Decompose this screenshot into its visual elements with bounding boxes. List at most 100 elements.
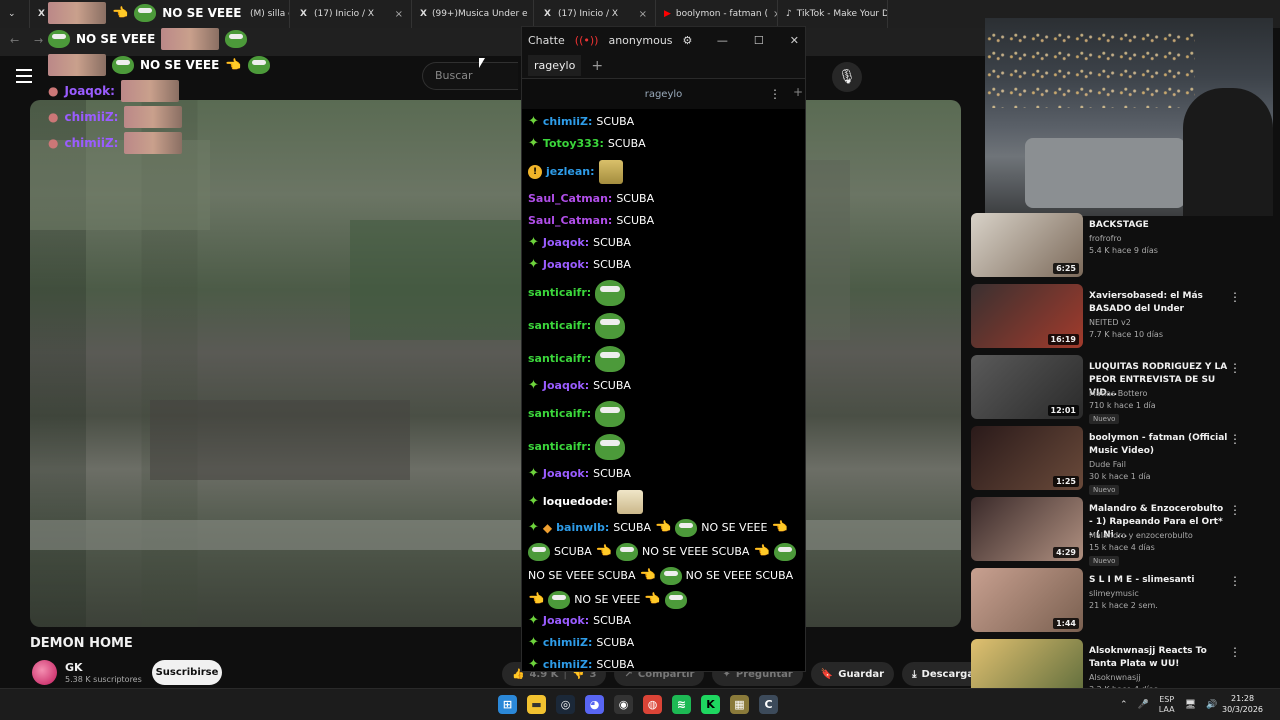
video-player[interactable] <box>30 100 961 627</box>
more-options-icon[interactable]: ⋮ <box>1229 432 1241 446</box>
chat-username[interactable]: chimiiZ: <box>543 633 593 653</box>
chat-username[interactable]: Joaqok: <box>543 611 589 631</box>
recommendation-title[interactable]: Xaviersobased: el Más BASADO del Under <box>1089 290 1229 316</box>
recommendation-channel[interactable]: NEITED v2 <box>1089 318 1131 327</box>
chat-username[interactable]: Saul_Catman: <box>528 189 612 209</box>
chatterino-icon[interactable]: C <box>759 695 778 714</box>
pepe-emote-icon <box>664 591 687 609</box>
discord-icon[interactable]: ◕ <box>585 695 604 714</box>
recommendation-item[interactable]: 1:44 S L I M E - slimesanti slimeymusic 21 … <box>971 568 1271 634</box>
search-input[interactable]: Buscar <box>422 62 518 90</box>
back-icon[interactable]: ← <box>10 34 19 47</box>
recommendation-channel[interactable]: slimeymusic <box>1089 589 1139 598</box>
add-split-icon[interactable]: + <box>793 85 803 99</box>
recommendation-item[interactable]: 4:29 Malandro & Enzocerobulto - 1) Rapean… <box>971 497 1271 566</box>
video-duration: 1:44 <box>1053 618 1079 629</box>
more-options-icon[interactable]: ⋮ <box>1229 290 1241 304</box>
recommendation-thumbnail[interactable]: 1:44 <box>971 568 1083 632</box>
chat-username[interactable]: loquedode: <box>543 492 613 512</box>
subscribe-button[interactable]: Suscribirse <box>152 660 222 685</box>
recommendation-thumbnail[interactable]: 4:29 <box>971 497 1083 561</box>
more-options-icon[interactable]: ⋮ <box>1229 645 1241 659</box>
chat-username[interactable]: jezlean: <box>546 162 595 182</box>
chat-message: ! jezlean: <box>528 155 799 188</box>
forward-icon[interactable]: → <box>34 34 43 47</box>
chrome-icon[interactable]: ◍ <box>643 695 662 714</box>
windows-start-icon[interactable]: ⊞ <box>498 695 517 714</box>
clock[interactable]: 21:28 30/3/2026 <box>1222 693 1263 715</box>
browser-tab[interactable]: ▶boolymon - fatman (× <box>656 0 778 28</box>
chat-tab[interactable]: rageylo <box>528 55 582 76</box>
hamburger-menu-icon[interactable] <box>16 69 32 83</box>
recommendation-channel[interactable]: Matias Bottero <box>1089 389 1147 398</box>
channel-name[interactable]: GK <box>65 661 83 674</box>
save-button[interactable]: 🔖 Guardar <box>810 662 895 686</box>
chat-text: NO SE VEEE SCUBA <box>641 545 750 558</box>
recommendation-channel[interactable]: Alsoknwnasjj <box>1089 673 1141 682</box>
chat-username[interactable]: bainwlb: <box>556 518 609 538</box>
minecraft-icon[interactable]: ▦ <box>730 695 749 714</box>
recommendation-thumbnail[interactable]: 6:25 <box>971 213 1083 277</box>
network-icon[interactable]: 🖥 <box>1185 700 1196 710</box>
recommendation-thumbnail[interactable]: 16:19 <box>971 284 1083 348</box>
spotify-icon[interactable]: ≋ <box>672 695 691 714</box>
tab-list-button[interactable]: ⌄ <box>0 0 30 28</box>
video-duration: 12:01 <box>1047 405 1079 416</box>
volume-icon[interactable]: 🔊 <box>1206 700 1217 710</box>
account-name[interactable]: anonymous <box>608 34 672 47</box>
recommendation-item[interactable]: 6:25 BACKSTAGE frofrofro 5.4 K hace 9 días <box>971 213 1271 279</box>
recommendation-thumbnail[interactable]: 12:01 <box>971 355 1083 419</box>
tab-label: (17) Inicio / X <box>558 9 619 19</box>
steam-icon[interactable]: ◎ <box>556 695 575 714</box>
chat-username[interactable]: chimiiZ: <box>543 655 593 675</box>
close-icon[interactable]: × <box>395 9 403 20</box>
recommendation-title[interactable]: S L I M E - slimesanti <box>1089 574 1229 587</box>
recommendation-channel[interactable]: Dude Fail <box>1089 460 1126 469</box>
more-options-icon[interactable]: ⋮ <box>769 87 781 101</box>
recommendation-title[interactable]: boolymon - fatman (Official Music Video) <box>1089 432 1229 458</box>
channel-header-name[interactable]: rageylo <box>645 89 683 100</box>
close-icon[interactable]: × <box>639 9 647 20</box>
recommendation-item[interactable]: 12:01 LUQUITAS RODRIGUEZ Y LA PEOR ENTREV… <box>971 355 1271 424</box>
chat-username[interactable]: Joaqok: <box>543 255 589 275</box>
recommendation-meta: 30 k hace 1 día <box>1089 472 1151 481</box>
more-options-icon[interactable]: ⋮ <box>1229 574 1241 588</box>
chat-username[interactable]: Joaqok: <box>543 464 589 484</box>
chat-username[interactable]: santicaifr: <box>528 437 591 457</box>
recommendation-channel[interactable]: frofrofro <box>1089 234 1121 243</box>
add-tab-icon[interactable]: + <box>591 58 603 74</box>
tray-expand-icon[interactable]: ⌃ <box>1120 700 1128 710</box>
recommendation-item[interactable]: 1:25 boolymon - fatman (Official Music Vi… <box>971 426 1271 495</box>
chat-message: ✦ chimiiZ: SCUBA <box>528 654 799 676</box>
recommendation-item[interactable]: 16:19 Xaviersobased: el Más BASADO del Un… <box>971 284 1271 350</box>
chat-username[interactable]: santicaifr: <box>528 349 591 369</box>
chat-username[interactable]: Joaqok: <box>543 376 589 396</box>
channel-avatar[interactable] <box>32 660 57 685</box>
more-options-icon[interactable]: ⋮ <box>1229 503 1241 517</box>
chat-username[interactable]: santicaifr: <box>528 283 591 303</box>
recommendation-thumbnail[interactable]: 1:25 <box>971 426 1083 490</box>
settings-gear-icon[interactable]: ⚙ <box>683 34 693 47</box>
obs-icon[interactable]: ◉ <box>614 695 633 714</box>
minimize-icon[interactable]: — <box>717 34 728 47</box>
browser-tab[interactable]: X(99+)Musica Under e× <box>412 0 534 28</box>
maximize-icon[interactable]: ☐ <box>754 34 764 47</box>
recommendation-title[interactable]: Alsoknwnasjj Reacts To Tanta Plata w UU! <box>1089 645 1229 671</box>
browser-tab[interactable]: X (17) Inicio / X × <box>534 0 656 28</box>
chat-username[interactable]: Totoy333: <box>543 134 604 154</box>
more-options-icon[interactable]: ⋮ <box>1229 361 1241 375</box>
language-indicator[interactable]: ESP LAA <box>1159 695 1175 715</box>
microphone-icon[interactable]: 🎙 <box>832 62 862 92</box>
kick-icon[interactable]: K <box>701 695 720 714</box>
chat-username[interactable]: Saul_Catman: <box>528 211 612 231</box>
chat-username[interactable]: santicaifr: <box>528 316 591 336</box>
chat-username[interactable]: chimiiZ: <box>543 112 593 132</box>
chat-username[interactable]: Joaqok: <box>543 233 589 253</box>
chat-username[interactable]: santicaifr: <box>528 404 591 424</box>
browser-tab[interactable]: ♪ TikTok - Make Your D <box>778 0 888 28</box>
file-explorer-icon[interactable]: ▬ <box>527 695 546 714</box>
recommendation-channel[interactable]: Malandro y enzocerobulto <box>1089 531 1193 540</box>
microphone-tray-icon[interactable]: 🎤 <box>1138 700 1149 710</box>
recommendation-title[interactable]: BACKSTAGE <box>1089 219 1229 232</box>
close-icon[interactable]: ✕ <box>790 34 799 47</box>
